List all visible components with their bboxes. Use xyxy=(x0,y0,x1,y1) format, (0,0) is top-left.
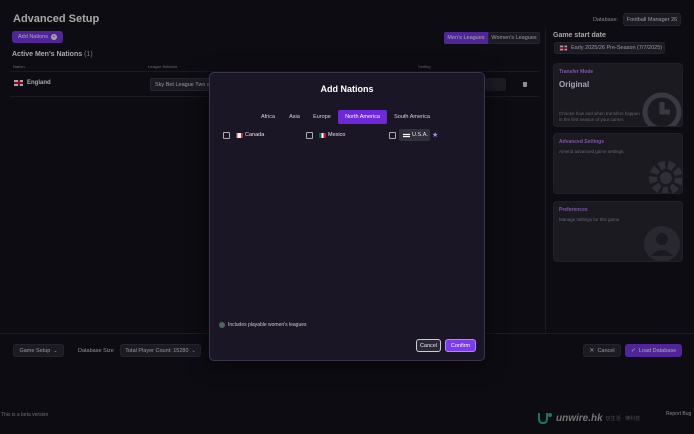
tab-asia[interactable]: Asia xyxy=(286,110,303,124)
tab-south-america[interactable]: South America xyxy=(391,110,433,124)
tab-north-america[interactable]: North America xyxy=(338,110,387,124)
canada-flag-icon xyxy=(236,133,243,138)
tab-africa[interactable]: Africa xyxy=(257,110,279,124)
star-icon: ★ xyxy=(432,132,439,139)
womens-leagues-label: Includes playable women's leagues xyxy=(228,322,307,328)
nation-usa: U.S.A. xyxy=(412,132,428,138)
modal-cancel-label: Cancel xyxy=(419,342,438,349)
modal-title: Add Nations xyxy=(320,84,374,94)
usa-checkbox[interactable] xyxy=(389,132,396,139)
womens-leagues-toggle[interactable] xyxy=(219,322,225,328)
mexico-checkbox[interactable] xyxy=(306,132,313,139)
canada-checkbox[interactable] xyxy=(223,132,230,139)
nation-canada: Canada xyxy=(245,132,265,138)
nation-mexico: Mexico xyxy=(328,132,346,138)
usa-flag-icon xyxy=(403,133,410,138)
mexico-flag-icon xyxy=(319,133,326,138)
modal-confirm-label: Confirm xyxy=(450,342,471,349)
tab-europe[interactable]: Europe xyxy=(309,110,335,124)
modal-cancel-button[interactable]: Cancel xyxy=(416,339,441,352)
add-nations-modal: Add Nations Africa Asia Europe North Ame… xyxy=(209,72,485,361)
modal-confirm-button[interactable]: Confirm xyxy=(445,339,476,352)
